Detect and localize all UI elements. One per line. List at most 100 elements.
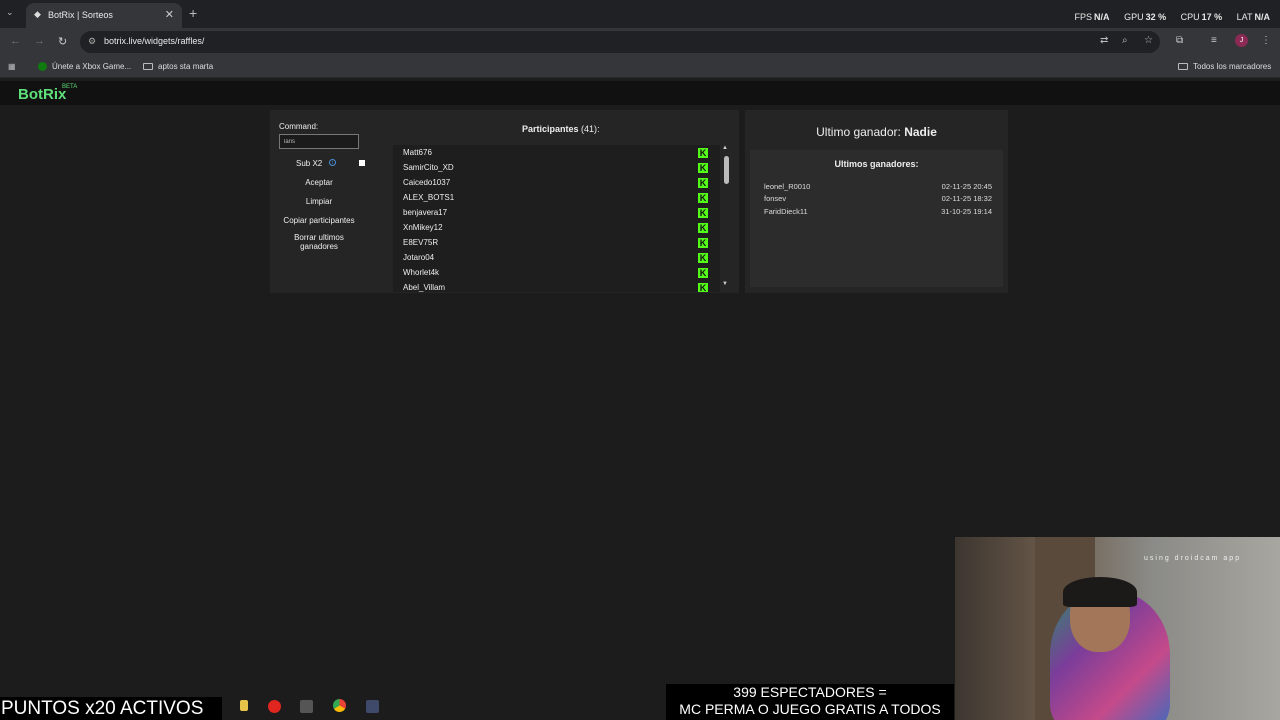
stat-gpu-value: 32 % [1145,12,1167,22]
participant-row: ALEX_BOTS1 K [393,190,720,205]
participant-row: XnMikey12 K [393,220,720,235]
kick-icon: K [698,238,708,248]
participant-row: E8EV75R K [393,235,720,250]
tab-title: BotRix | Sorteos [48,10,113,20]
winner-name: FaridDieck11 [764,207,808,216]
kick-icon: K [698,148,708,158]
participant-name: benjavera17 [403,208,448,217]
command-label: Command: [279,122,319,131]
chrome-icon[interactable] [333,699,346,712]
obs-icon[interactable] [366,700,379,713]
last-winner-label: Ultimo ganador: [816,125,901,139]
back-arrow-icon[interactable]: ← [10,35,21,47]
app-icon[interactable] [300,700,313,713]
kick-icon: K [698,208,708,218]
last-winner-value: Nadie [904,125,937,139]
new-tab-icon[interactable]: + [189,5,197,21]
reload-icon[interactable]: ↻ [58,35,67,48]
all-bookmarks-folder[interactable]: Todos los marcadores [1178,62,1271,71]
bookmark-xbox[interactable]: Únete a Xbox Game... [38,62,131,71]
profile-avatar[interactable]: J [1235,34,1248,47]
stat-gpu-label: GPU [1124,12,1144,22]
participant-name: XnMikey12 [403,223,443,232]
participants-count: (41) [581,124,598,134]
kick-icon: K [698,253,708,263]
viewers-overlay: 399 ESPECTADORES = MC PERMA O JUEGO GRAT… [666,684,954,720]
folder-icon [143,63,153,70]
browser-tab[interactable]: ◆ BotRix | Sorteos ✕ [26,3,182,28]
kick-icon: K [698,178,708,188]
winner-date: 02-11-25 20:45 [941,182,992,191]
browser-tab-strip: ⌄ ◆ BotRix | Sorteos ✕ + FPS N/A GPU 32 % … [0,0,1280,28]
tab-search-chevron-icon[interactable]: ⌄ [6,7,14,18]
stat-cpu-value: 17 % [1201,12,1223,22]
participant-row: Caicedo1037 K [393,175,720,190]
recent-winners-box [750,150,1003,287]
forward-arrow-icon[interactable]: → [34,35,45,47]
winner-row: fonsev 02-11-25 18:32 [764,194,992,204]
address-bar[interactable]: ⚙ botrix.live/widgets/raffles/ ⇄ ⌕ ☆ [80,31,1160,53]
participant-row: Matt676 K [393,145,720,160]
participant-name: SamirCito_XD [403,163,454,172]
recent-winners-title: Ultimos ganadores: [834,159,919,169]
copy-participants-button[interactable]: Copiar participantes [279,216,359,225]
kick-icon: K [698,163,708,173]
participant-name: Matt676 [403,148,432,157]
participants-list[interactable]: Matt676 K SamirCito_XD K Caicedo1037 K ALEX… [393,145,720,292]
sub-x2-label: Sub X2 [296,159,323,168]
bookmark-star-icon[interactable]: ☆ [1144,35,1153,46]
app-header [0,81,1280,105]
menu-dots-icon[interactable]: ⋮ [1261,35,1271,46]
participants-title: Participantes (41): [522,124,600,134]
participant-name: Jotaro04 [403,253,435,262]
participant-row: benjavera17 K [393,205,720,220]
stat-lat-label: LAT [1236,12,1253,22]
zoom-icon[interactable]: ⌕ [1122,35,1128,46]
participant-name: E8EV75R [403,238,439,247]
participants-colon: : [597,124,600,134]
bookmark-folder-aptos-label: aptos sta marta [158,62,214,71]
bookmarks-bar: ▦ Únete a Xbox Game... aptos sta marta T… [0,56,1280,78]
botrix-logo[interactable]: BotRix [18,86,66,103]
webcam-feed [955,537,1280,720]
all-bookmarks-label: Todos los marcadores [1193,62,1272,71]
bookmark-folder-aptos[interactable]: aptos sta marta [143,62,213,71]
droidcam-watermark: using droidcam app [1144,555,1242,562]
media-controls-icon[interactable]: ≡ [1211,35,1217,46]
participant-name: Whorlet4k [403,268,440,277]
last-winner: Ultimo ganador: Nadie [745,125,1008,139]
opera-icon[interactable] [268,700,281,713]
browser-toolbar: ← → ↻ ⚙ botrix.live/widgets/raffles/ ⇄ ⌕… [0,28,1280,56]
accept-button[interactable]: Aceptar [279,178,359,187]
xbox-icon [38,62,47,71]
scroll-up-arrow-icon[interactable]: ▲ [722,145,728,151]
file-icon[interactable] [240,700,248,711]
sub-x2-checkbox[interactable] [359,160,365,166]
kick-icon: K [698,268,708,278]
winner-name: leonel_R0010 [764,182,811,191]
tab-favicon-icon: ◆ [34,9,41,19]
delete-winners-button[interactable]: Borrar ultimos ganadores [284,233,354,251]
info-icon[interactable]: i [329,159,336,166]
winner-date: 31-10-25 19:14 [941,207,992,216]
beta-badge: BETA [62,84,78,90]
participant-name: ALEX_BOTS1 [403,193,455,202]
extensions-icon[interactable]: ⧉ [1176,35,1183,46]
scroll-down-arrow-icon[interactable]: ▼ [722,281,728,287]
stat-fps-value: N/A [1094,12,1110,22]
folder-icon [1178,63,1188,70]
url-text[interactable]: botrix.live/widgets/raffles/ [104,36,204,46]
kick-icon: K [698,193,708,203]
participant-row: Abel_Villam K [393,280,720,292]
command-input[interactable] [279,134,359,149]
site-info-icon[interactable]: ⚙ [88,36,96,47]
clear-button[interactable]: Limpiar [279,197,359,206]
tab-close-icon[interactable]: ✕ [165,8,174,21]
translate-icon[interactable]: ⇄ [1100,35,1108,46]
participant-row: SamirCito_XD K [393,160,720,175]
scrollbar-thumb[interactable] [724,156,729,184]
participant-name: Caicedo1037 [403,178,451,187]
kick-icon: K [698,223,708,233]
participants-label: Participantes [522,124,579,134]
apps-grid-icon[interactable]: ▦ [8,62,16,71]
